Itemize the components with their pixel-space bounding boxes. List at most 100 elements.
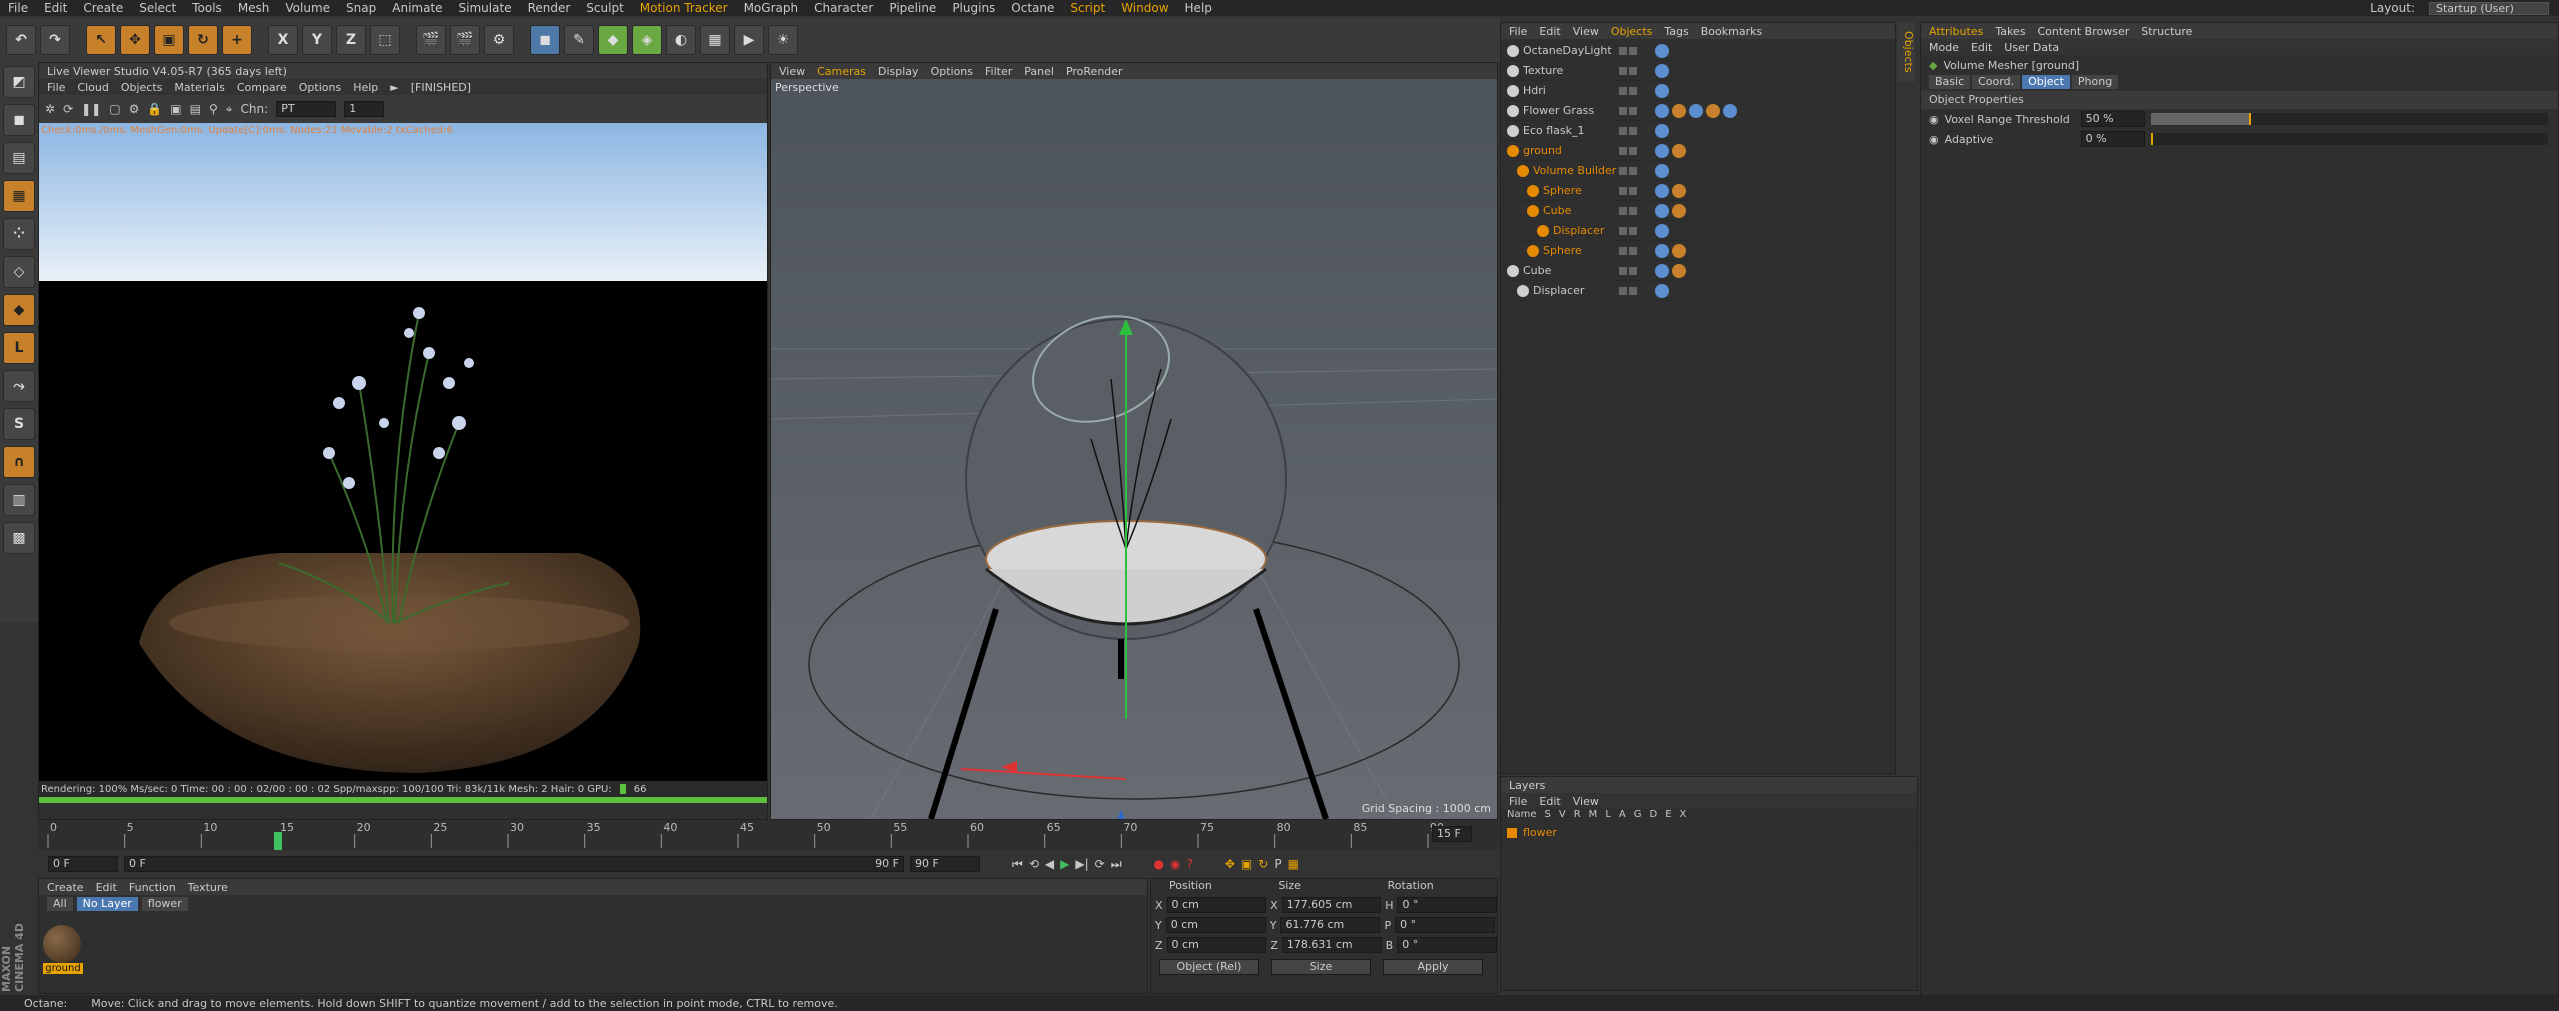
object-row[interactable]: Displacer [1501, 221, 1895, 241]
pen-spline-icon[interactable]: ✎ [564, 25, 594, 55]
visibility-flags[interactable] [1619, 126, 1649, 135]
visibility-flags[interactable] [1619, 246, 1649, 255]
menu-create[interactable]: Create [75, 1, 131, 15]
object-tags[interactable] [1655, 43, 1669, 58]
object-tags[interactable] [1655, 103, 1737, 118]
mat-menu-edit[interactable]: Edit [96, 881, 117, 894]
frame-icon[interactable]: ▣ [170, 102, 181, 116]
layers-menu-file[interactable]: File [1509, 795, 1527, 808]
vp-menu-filter[interactable]: Filter [985, 65, 1012, 78]
menu-script[interactable]: Script [1062, 1, 1113, 15]
layers-menu-edit[interactable]: Edit [1539, 795, 1560, 808]
timeline-menu-icon[interactable]: ▦ [1288, 857, 1299, 871]
position-key-icon[interactable]: ✥ [1225, 857, 1235, 871]
visibility-flags[interactable] [1619, 166, 1649, 175]
goto-end-icon[interactable]: ⏭ [1111, 857, 1122, 872]
menu-tools[interactable]: Tools [184, 1, 230, 15]
render-view-icon[interactable]: 🎬 [416, 25, 446, 55]
attr-tab-content-browser[interactable]: Content Browser [2037, 25, 2129, 38]
next-key-icon[interactable]: ⟳ [1095, 857, 1105, 871]
param-key-icon[interactable]: P [1274, 857, 1281, 871]
axis-y-button[interactable]: Y [302, 25, 332, 55]
select-arrow-icon[interactable]: ↖ [86, 25, 116, 55]
object-tags[interactable] [1655, 63, 1669, 78]
edges-mode-icon[interactable]: ◇ [3, 256, 35, 288]
camera-icon[interactable]: ▶ [734, 25, 764, 55]
move-tool-icon[interactable]: ✥ [120, 25, 150, 55]
mat-menu-texture[interactable]: Texture [188, 881, 228, 894]
points-mode-icon[interactable]: ⁘ [3, 218, 35, 250]
pick-icon[interactable]: ⌖ [226, 102, 233, 117]
object-tags[interactable] [1655, 123, 1669, 138]
menu-motion-tracker[interactable]: Motion Tracker [632, 1, 736, 15]
object-tags[interactable] [1655, 283, 1669, 298]
workplane-icon[interactable]: ▦ [3, 180, 35, 212]
attr-prop-value[interactable]: 50 % [2080, 111, 2145, 127]
visibility-flags[interactable] [1619, 286, 1649, 295]
end-frame-field[interactable]: 90 F [910, 856, 980, 872]
attr-menu-user-data[interactable]: User Data [2004, 41, 2059, 54]
next-frame-icon[interactable]: ▶| [1075, 857, 1088, 871]
options-gear-icon[interactable]: ⚙ [129, 102, 140, 116]
menu-window[interactable]: Window [1113, 1, 1176, 15]
menu-mograph[interactable]: MoGraph [736, 1, 807, 15]
attr-menu-edit[interactable]: Edit [1971, 41, 1992, 54]
axis-mode-icon[interactable]: L [3, 332, 35, 364]
object-row[interactable]: Cube [1501, 261, 1895, 281]
menu-help[interactable]: Help [1177, 1, 1220, 15]
object-row[interactable]: Eco flask_1 [1501, 121, 1895, 141]
coordinate-system-icon[interactable]: ⬚ [370, 25, 400, 55]
visibility-flags[interactable] [1619, 46, 1649, 55]
coord-rot-field[interactable]: 0 ° [1395, 917, 1496, 933]
region-icon[interactable]: ▢ [109, 102, 120, 116]
timeline-ruler[interactable]: 051015202530354045505560657075808590 [38, 820, 1498, 850]
material-filter-no-layer[interactable]: No Layer [76, 897, 138, 911]
grid-icon[interactable]: ▩ [3, 522, 35, 554]
layers-menu-view[interactable]: View [1573, 795, 1599, 808]
axis-z-button[interactable]: Z [336, 25, 366, 55]
om-menu-bookmarks[interactable]: Bookmarks [1701, 25, 1762, 38]
coord-pos-field[interactable]: 0 cm [1166, 897, 1267, 913]
attr-prop-slider[interactable] [2150, 113, 2548, 125]
object-tags[interactable] [1655, 83, 1669, 98]
polygons-mode-icon[interactable]: ◆ [3, 294, 35, 326]
pin-icon[interactable]: ⚲ [209, 102, 218, 116]
redo-icon[interactable]: ↷ [40, 25, 70, 55]
render-view[interactable]: Check:0ms./0ms. MeshGen:0ms. Update[C]:0… [39, 123, 767, 781]
menu-animate[interactable]: Animate [384, 1, 450, 15]
goto-start-icon[interactable]: ⏮ [1012, 857, 1023, 872]
object-tags[interactable] [1655, 263, 1686, 278]
object-row[interactable]: Displacer [1501, 281, 1895, 301]
start-frame-field[interactable]: 0 F [48, 856, 118, 872]
playhead[interactable] [274, 832, 282, 850]
menu-file[interactable]: File [0, 1, 36, 15]
visibility-flags[interactable] [1619, 146, 1649, 155]
lv-menu-[interactable]: ► [390, 81, 398, 94]
menu-mesh[interactable]: Mesh [230, 1, 278, 15]
lock-icon[interactable]: 🔒 [147, 102, 162, 116]
object-tags[interactable] [1655, 203, 1686, 218]
coord-size-field[interactable]: 177.605 cm [1281, 897, 1382, 913]
film-icon[interactable]: ▤ [190, 102, 201, 116]
coord-pos-field[interactable]: 0 cm [1166, 937, 1267, 953]
object-tags[interactable] [1655, 163, 1669, 178]
mat-menu-function[interactable]: Function [129, 881, 176, 894]
add-tool-icon[interactable]: + [222, 25, 252, 55]
om-menu-edit[interactable]: Edit [1539, 25, 1560, 38]
lv-menu-compare[interactable]: Compare [237, 81, 287, 94]
menu-octane[interactable]: Octane [1003, 1, 1062, 15]
axis-x-button[interactable]: X [268, 25, 298, 55]
channel-num-field[interactable]: 1 [344, 101, 385, 117]
viewport-3d[interactable]: Perspective Grid Spacing: 1000 cm [771, 79, 1497, 819]
play-icon[interactable]: ▶ [1060, 857, 1069, 871]
vp-menu-display[interactable]: Display [878, 65, 919, 78]
menu-render[interactable]: Render [520, 1, 579, 15]
magnet-icon[interactable]: ∩ [3, 446, 35, 478]
layout-select[interactable]: Startup (User) [2429, 1, 2549, 15]
lv-menu-options[interactable]: Options [299, 81, 341, 94]
object-row[interactable]: Sphere [1501, 241, 1895, 261]
layer-row[interactable]: flower [1501, 823, 1917, 843]
material-filter-all[interactable]: All [47, 897, 73, 911]
attr-tab-attributes[interactable]: Attributes [1929, 25, 1983, 38]
menu-snap[interactable]: Snap [338, 1, 384, 15]
